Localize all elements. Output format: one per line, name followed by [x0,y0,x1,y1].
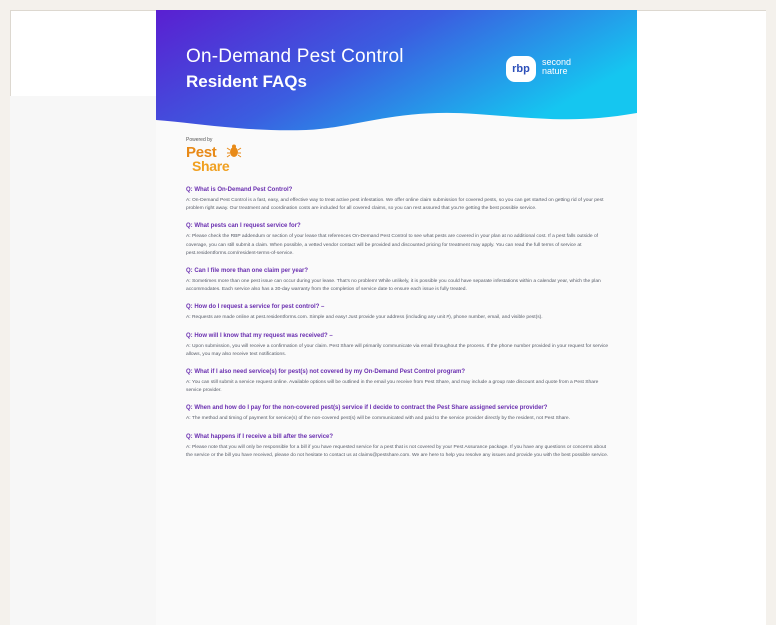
pestshare-logo-share: Share [192,158,230,174]
faq-question: Q: Can I file more than one claim per ye… [186,268,309,275]
faq-answer: A: On-Demand Pest Control is a fast, eas… [186,198,604,212]
second-nature-logo: second nature [542,57,572,76]
rbp-logo-text: rbp [512,63,530,75]
faq-question: Q: What happens if I receive a bill afte… [186,433,334,440]
faq-item: Q: What if I also need service(s) for pe… [186,368,610,395]
faq-question: Q: What if I also need service(s) for pe… [186,369,466,376]
faq-answer: A: The method and timing of payment for … [186,416,571,422]
faq-item: Q: Can I file more than one claim per ye… [186,267,610,294]
faq-item: Q: What pests can I request service for?… [186,222,610,258]
faq-item: Q: How do I request a service for pest c… [186,303,610,322]
faq-item: Q: What is On-Demand Pest Control? A: On… [186,186,610,213]
faq-answer: A: Please check the RBP addendum or sect… [186,234,599,256]
faq-question: Q: When and how do I pay for the non-cov… [186,405,548,412]
powered-by-pestshare: Powered by Pest Share [186,137,266,182]
title-line-1: On-Demand Pest Control [186,46,404,67]
faq-item: Q: When and how do I pay for the non-cov… [186,404,610,423]
title-line-2: Resident FAQs [186,72,307,91]
bug-icon [226,144,242,158]
faq-question: Q: How will I know that my request was r… [186,332,333,339]
faq-item: Q: What happens if I receive a bill afte… [186,433,610,460]
faq-answer: A: Requests are made online at pest.resi… [186,315,543,321]
faq-answer: A: You can still submit a service reques… [186,380,599,394]
faq-question: Q: How do I request a service for pest c… [186,304,325,311]
faq-answer: A: Upon submission, you will receive a c… [186,343,609,357]
faq-item: Q: How will I know that my request was r… [186,332,610,359]
powered-by-label: Powered by [186,137,213,143]
faq-list: Q: What is On-Demand Pest Control? A: On… [186,186,610,469]
faq-answer: A: Sometimes more than one pest issue ca… [186,279,601,293]
viewer-margin [10,96,156,625]
faq-document: On-Demand Pest Control Resident FAQs rbp… [156,10,637,625]
faq-question: Q: What pests can I request service for? [186,223,301,230]
rbp-logo: rbp [506,56,536,82]
faq-question: Q: What is On-Demand Pest Control? [186,187,293,193]
faq-answer: A: Please note that you will only be res… [186,444,609,458]
